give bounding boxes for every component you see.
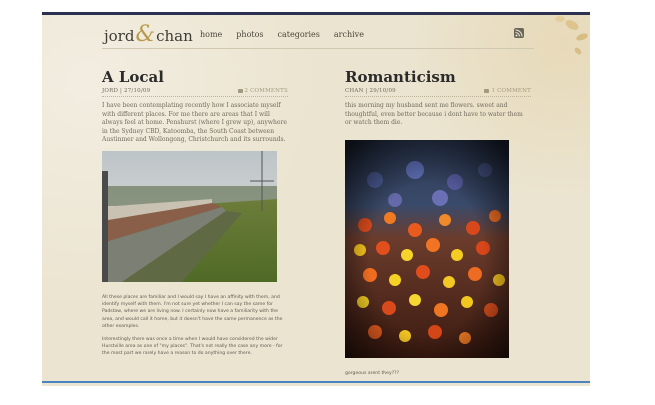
post-title[interactable]: A Local xyxy=(102,68,288,86)
window-bottom-border xyxy=(42,381,590,383)
post-author[interactable]: CHAN xyxy=(345,88,364,94)
post-body: All these places are familiar and I woul… xyxy=(102,294,288,358)
comments-count: 1 COMMENT xyxy=(491,88,531,94)
post-excerpt: this morning my husband sent me flowers.… xyxy=(345,102,523,127)
main-nav: home photos categories archive xyxy=(200,30,364,39)
photo-caption: gorgeous arent they??? xyxy=(345,370,400,376)
post-date: 27/10/09 xyxy=(124,88,151,94)
logo-left: jord xyxy=(104,27,135,45)
rss-icon[interactable] xyxy=(514,28,524,38)
train-station-photo[interactable] xyxy=(102,150,277,282)
post-paragraph: All these places are familiar and I woul… xyxy=(102,294,283,329)
comment-icon xyxy=(484,89,490,93)
post-meta: CHAN | 29/10/09 1 COMMENT xyxy=(345,88,531,97)
post-a-local: A Local JORD | 27/10/09 2 COMMENTS I hav… xyxy=(102,68,288,364)
nav-home[interactable]: home xyxy=(200,30,222,39)
logo-right: chan xyxy=(156,27,193,45)
comments-link[interactable]: 1 COMMENT xyxy=(484,88,531,94)
comments-count: 2 COMMENTS xyxy=(244,88,288,94)
post-author[interactable]: JORD xyxy=(102,88,118,94)
post-romanticism: Romanticism CHAN | 29/10/09 1 COMMENT th… xyxy=(345,68,531,377)
logo-ampersand: & xyxy=(135,22,156,47)
nav-photos[interactable]: photos xyxy=(236,30,263,39)
post-date: 29/10/09 xyxy=(369,88,396,94)
comment-icon xyxy=(237,89,243,93)
post-meta: JORD | 27/10/09 2 COMMENTS xyxy=(102,88,288,97)
leaf-decoration xyxy=(555,16,588,55)
nav-categories[interactable]: categories xyxy=(278,30,320,39)
post-paragraph: Interestingly there was once a time when… xyxy=(102,336,283,357)
header-divider xyxy=(102,48,534,49)
comments-link[interactable]: 2 COMMENTS xyxy=(237,88,289,94)
site-logo[interactable]: jord&chan xyxy=(104,22,193,47)
nav-archive[interactable]: archive xyxy=(334,30,364,39)
post-excerpt: I have been contemplating recently how I… xyxy=(102,102,287,144)
post-title[interactable]: Romanticism xyxy=(345,68,531,86)
flowers-photo[interactable] xyxy=(345,139,509,358)
blog-window: jord&chan home photos categories archive… xyxy=(42,12,590,386)
